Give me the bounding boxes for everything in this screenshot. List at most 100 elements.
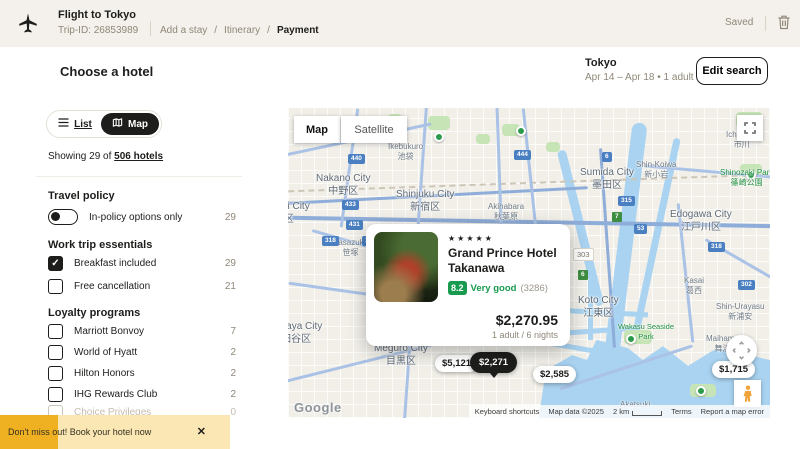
map-scale: 2 km — [613, 407, 662, 416]
ihg-checkbox[interactable] — [48, 387, 63, 402]
hotel-info-card[interactable]: ★★★★★ Grand Prince Hotel Takanawa 8.2 Ve… — [366, 224, 570, 346]
dates-occupancy-label: Apr 14 – Apr 18 • 1 adult — [585, 72, 694, 83]
banner-text: Don't miss out! Book your hotel now — [8, 427, 151, 437]
airplane-icon — [17, 12, 39, 39]
hotel-price-details: 1 adult / 6 nights — [492, 330, 558, 340]
map-label: Sumida City墨田区 — [580, 166, 634, 192]
trip-id: Trip-ID: 26853989 — [58, 25, 138, 36]
top-header: Flight to Tokyo Trip-ID: 26853989 Add a … — [0, 0, 800, 47]
map-label: Ikebukuro池袋 — [388, 142, 423, 163]
view-toggle: List Map — [46, 110, 162, 138]
hotels-count-link[interactable]: 506 hotels — [114, 151, 163, 162]
map-label: Suginami City杉並区 — [288, 200, 310, 226]
map-label: Wakasu Seaside Park — [614, 322, 678, 342]
hotel-rating: 8.2 Very good (3286) — [448, 281, 548, 295]
header-divider — [150, 21, 151, 36]
road-shield: 433 — [342, 200, 359, 210]
hotel-price-block: $2,270.95 1 adult / 6 nights — [492, 312, 558, 340]
free-cancellation-checkbox[interactable] — [48, 279, 63, 294]
hyatt-filter-row: World of Hyatt 2 — [48, 345, 236, 360]
road-number-box: 303 — [573, 248, 594, 261]
hotel-stars: ★★★★★ — [448, 234, 494, 243]
hilton-filter-row: Hilton Honors 2 — [48, 366, 236, 381]
map-type-satellite-button[interactable]: Satellite — [341, 116, 407, 143]
free-cancellation-filter-row: Free cancellation 21 — [48, 279, 236, 294]
map-type-map-button[interactable]: Map — [294, 116, 340, 143]
map-label: Nakano City中野区 — [316, 172, 370, 198]
promo-banner: Don't miss out! Book your hotel now ✕ — [0, 415, 230, 449]
loyalty-heading: Loyalty programs — [48, 307, 140, 319]
price-marker-selected[interactable]: $2,271 — [470, 352, 517, 373]
in-policy-toggle[interactable] — [48, 209, 78, 225]
hotel-name: Grand Prince Hotel Takanawa — [448, 246, 564, 276]
toggle-knob — [51, 212, 60, 221]
breakfast-checkbox[interactable]: ✓ — [48, 256, 63, 271]
park — [476, 134, 490, 144]
road-shield: 431 — [346, 220, 363, 230]
edit-search-button[interactable]: Edit search — [696, 57, 768, 85]
road-shield: 440 — [348, 154, 365, 164]
list-icon — [58, 118, 69, 130]
keyboard-shortcuts-link[interactable]: Keyboard shortcuts — [475, 407, 540, 416]
pegman-icon — [742, 384, 754, 403]
terms-link[interactable]: Terms — [671, 407, 691, 416]
pan-arrows-icon — [731, 340, 752, 361]
road-shield: 315 — [618, 196, 635, 206]
map-view-button[interactable]: Map — [101, 113, 159, 135]
trash-icon[interactable] — [777, 14, 791, 35]
map-label: Shin-Koiwa新小岩 — [636, 160, 676, 181]
map-label: Shin-Urayasu新浦安 — [716, 302, 764, 323]
destination-label: Tokyo — [585, 57, 617, 69]
park-marker-icon — [516, 126, 526, 136]
map-label: Edogawa City江戸川区 — [670, 208, 732, 234]
road-shield: 318 — [322, 236, 339, 246]
breadcrumb-itinerary[interactable]: Itinerary — [224, 25, 260, 36]
map-label: Shinozaki Park篠崎公園 — [720, 168, 770, 189]
in-policy-filter-row: In-policy options only 29 — [48, 209, 236, 225]
road-shield: 318 — [708, 242, 725, 252]
map-icon — [112, 117, 123, 131]
rating-label: Very good — [471, 283, 517, 294]
hyatt-checkbox[interactable] — [48, 345, 63, 360]
park-marker-icon — [434, 132, 444, 142]
breadcrumb: Add a stay / Itinerary / Payment — [160, 25, 319, 36]
header-divider — [765, 16, 766, 31]
map-type-control: Map Satellite — [294, 116, 407, 143]
banner-close-icon[interactable]: ✕ — [197, 425, 206, 438]
fullscreen-button[interactable] — [737, 115, 763, 141]
hotel-price: $2,270.95 — [492, 312, 558, 328]
ihg-filter-row: IHG Rewards Club 2 — [48, 387, 236, 402]
breakfast-filter-row: ✓ Breakfast included 29 — [48, 256, 236, 271]
road-shield: 53 — [634, 224, 647, 234]
pan-control-button[interactable] — [726, 335, 757, 366]
breadcrumb-payment[interactable]: Payment — [277, 25, 319, 36]
road-shield: 6 — [578, 270, 588, 280]
list-view-button[interactable]: List — [49, 118, 101, 130]
rating-review-count: (3286) — [520, 283, 547, 294]
breadcrumb-add-a-stay[interactable]: Add a stay — [160, 25, 207, 36]
hotel-search-page: Flight to Tokyo Trip-ID: 26853989 Add a … — [0, 0, 800, 449]
road-shield: 302 — [738, 280, 755, 290]
park — [546, 142, 560, 152]
hilton-checkbox[interactable] — [48, 366, 63, 381]
road-shield: 6 — [602, 152, 612, 162]
results-summary: Showing 29 of 506 hotels — [48, 151, 163, 162]
price-marker[interactable]: $2,585 — [533, 366, 576, 383]
road-shield: 7 — [612, 212, 622, 222]
rating-score-badge: 8.2 — [448, 281, 467, 295]
road-shield: 444 — [514, 150, 531, 160]
report-map-error-link[interactable]: Report a map error — [701, 407, 764, 416]
map-label: Kasai葛西 — [684, 276, 704, 297]
page-title: Choose a hotel — [60, 64, 153, 79]
marriott-filter-row: Marriott Bonvoy 7 — [48, 324, 236, 339]
map-label: Koto City江東区 — [578, 294, 619, 320]
map-label: Setagaya City世田谷区 — [288, 320, 322, 346]
hotel-photo — [374, 232, 438, 302]
travel-policy-heading: Travel policy — [48, 190, 115, 202]
work-trip-heading: Work trip essentials — [48, 239, 152, 251]
sidebar-divider — [36, 176, 242, 177]
street-view-pegman-button[interactable] — [734, 380, 761, 407]
marriott-checkbox[interactable] — [48, 324, 63, 339]
google-logo: Google — [294, 400, 342, 415]
map-canvas[interactable]: Ikebukuro池袋 Nakano City中野区 Shinjuku City… — [288, 108, 770, 418]
